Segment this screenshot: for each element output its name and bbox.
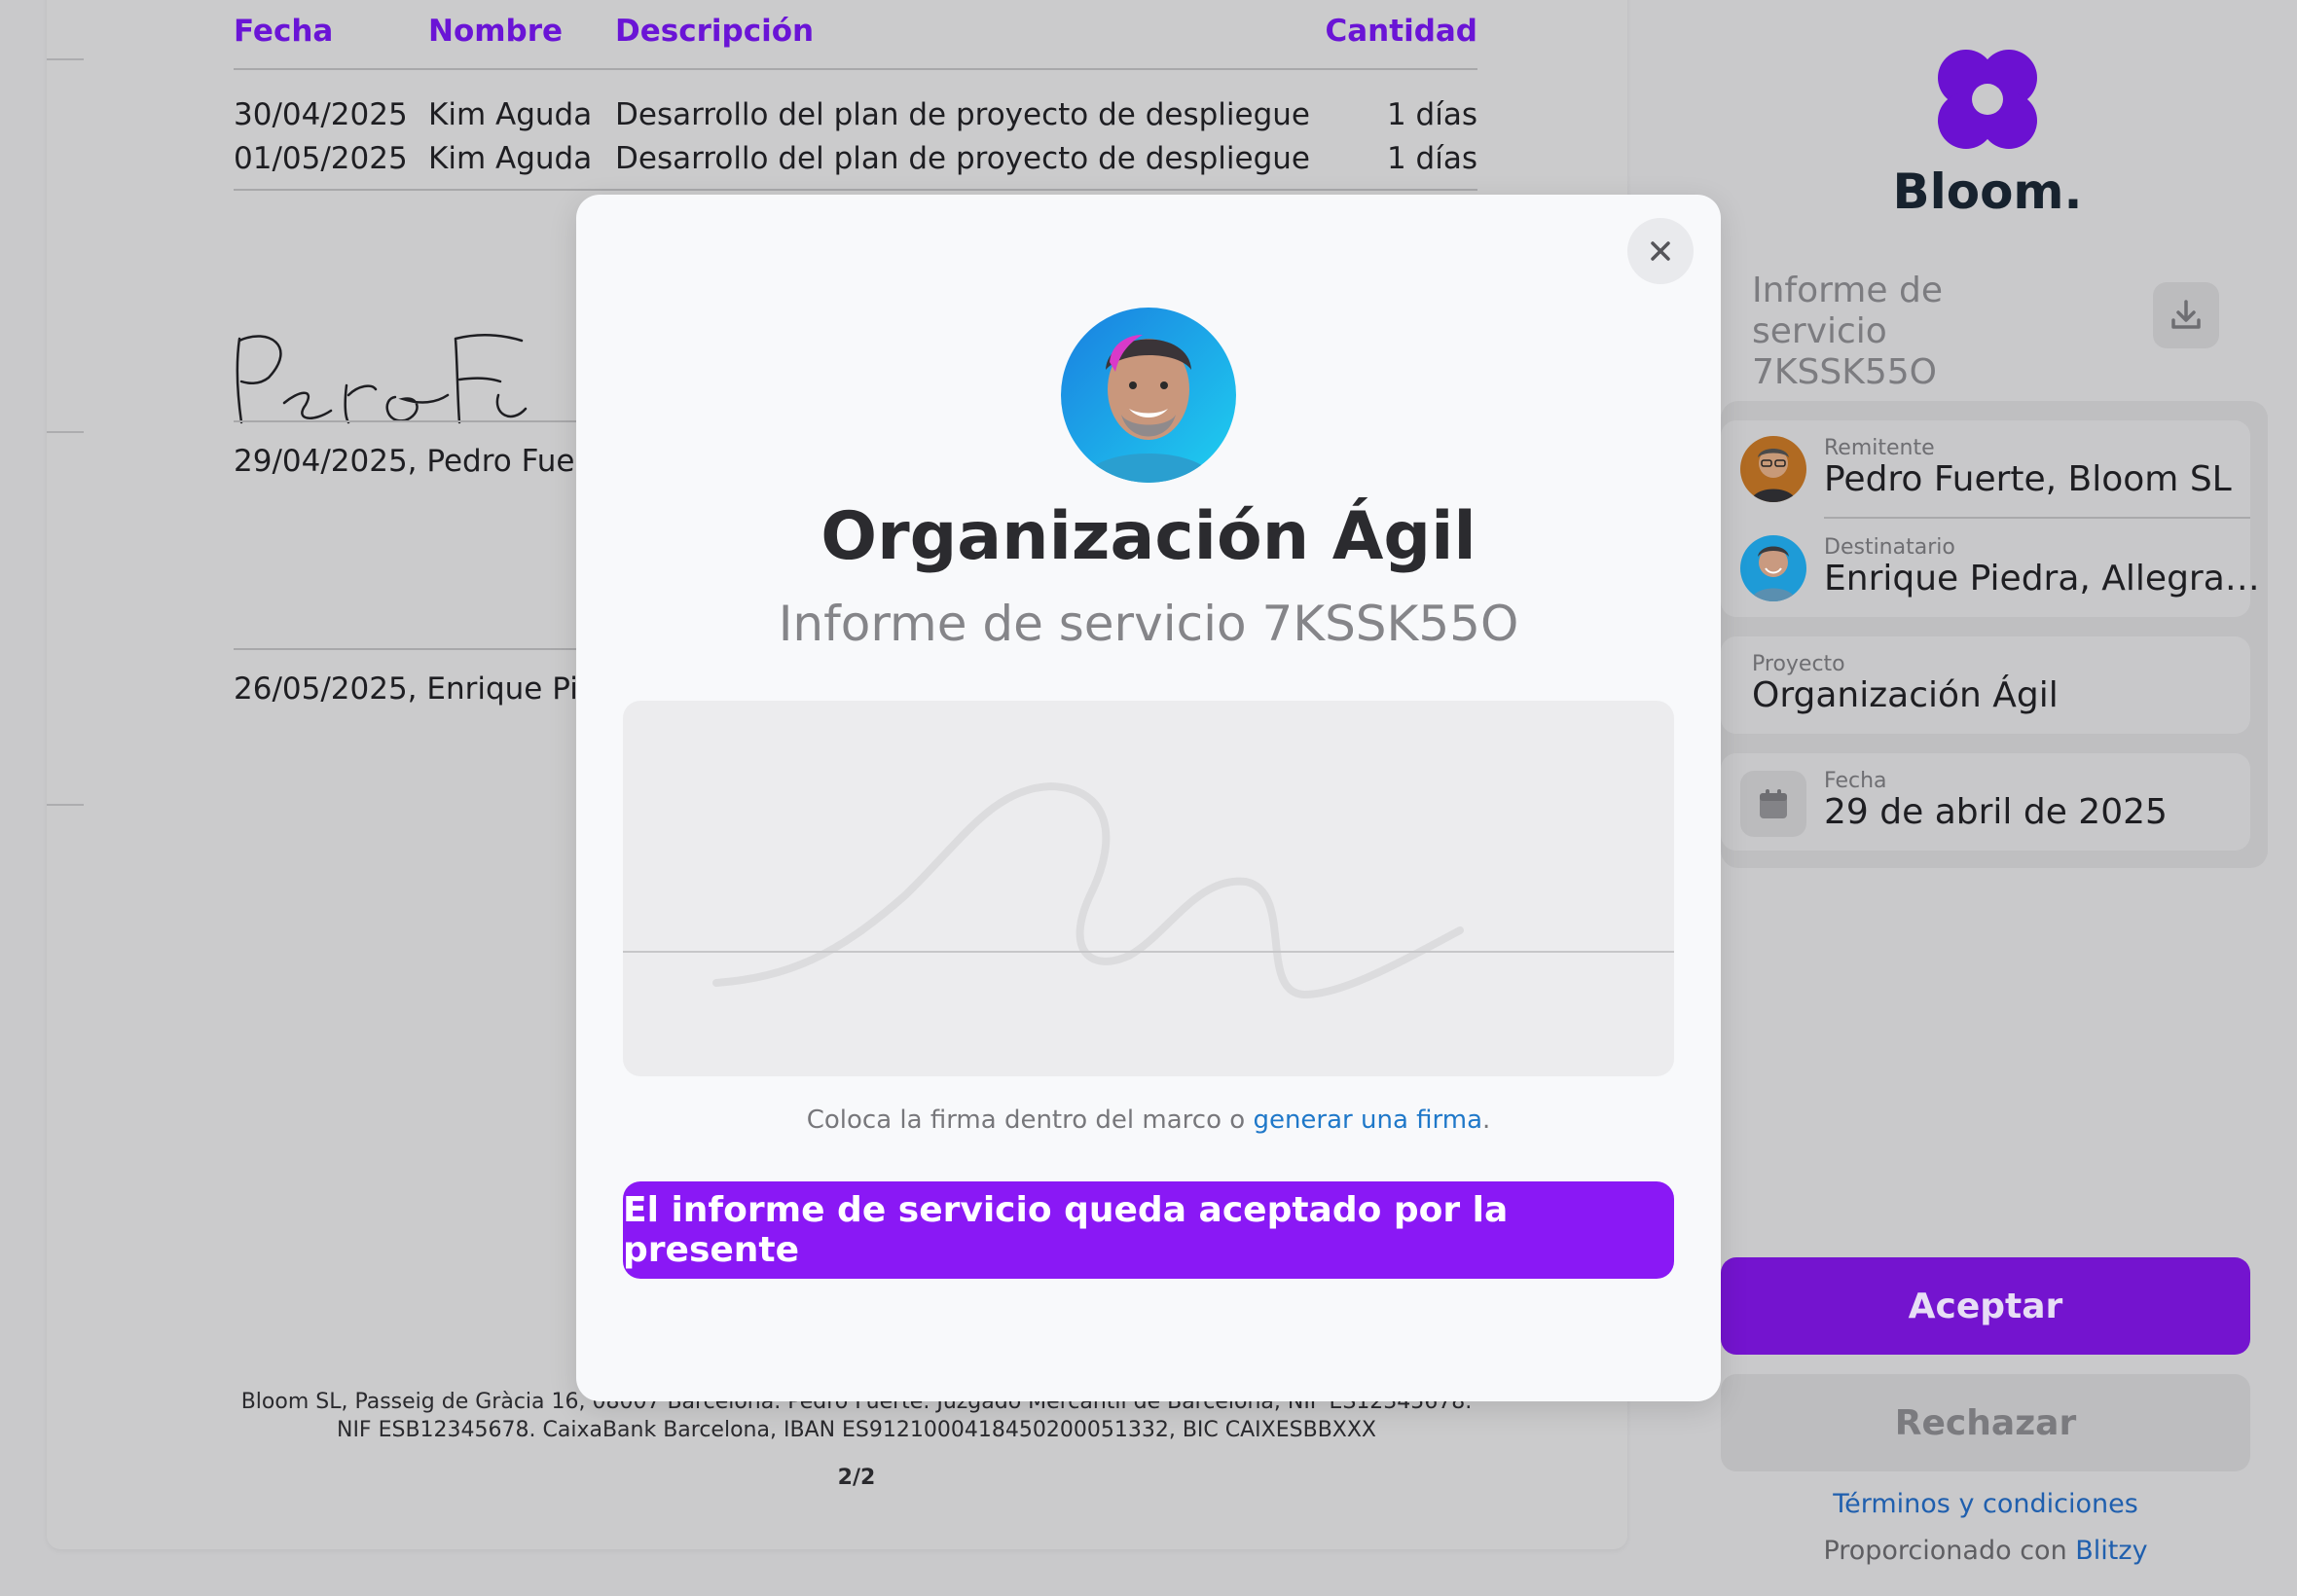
header-name: Nombre	[428, 14, 564, 49]
powered-prefix: Proporcionado con	[1823, 1536, 2067, 1566]
page-margin-mark	[47, 58, 84, 60]
header-date: Fecha	[234, 14, 334, 49]
parties-divider	[1824, 517, 2250, 519]
cell-name: Kim Aguda	[428, 97, 593, 132]
brand-name: Bloom.	[1892, 163, 2083, 220]
date-label: Fecha	[1824, 769, 1887, 793]
header-quantity: Cantidad	[1325, 14, 1477, 49]
table-header: Fecha Nombre Descripción Cantidad	[234, 14, 1477, 70]
close-icon	[1651, 241, 1670, 261]
recipient-signature-caption: 26/05/2025, Enrique Pied	[234, 671, 616, 707]
cell-date: 01/05/2025	[234, 141, 408, 176]
report-title: Informe de servicio 7KSSK55O	[1752, 271, 1943, 392]
table-row: 01/05/2025 Kim Aguda Desarrollo del plan…	[234, 133, 1477, 177]
sender-label: Remitente	[1824, 436, 1935, 460]
download-button[interactable]	[2153, 282, 2219, 348]
sender-avatar	[1740, 436, 1806, 502]
modal-subtitle: Informe de servicio 7KSSK55O	[778, 596, 1519, 652]
page-number: 2/2	[837, 1466, 876, 1490]
accept-report-button[interactable]: El informe de servicio queda aceptado po…	[623, 1181, 1674, 1279]
bloom-logo-icon	[1938, 50, 2037, 149]
modal-title: Organización Ágil	[820, 498, 1477, 575]
cell-name: Kim Aguda	[428, 141, 593, 176]
generate-signature-link[interactable]: generar una firma	[1253, 1106, 1482, 1135]
date-value: 29 de abril de 2025	[1824, 792, 2168, 832]
table-bottom-rule	[234, 189, 1477, 191]
hint-suffix: .	[1482, 1106, 1491, 1135]
page-margin-mark	[47, 431, 84, 433]
close-button[interactable]	[1627, 218, 1694, 284]
calendar-icon-box	[1740, 771, 1806, 837]
reject-button[interactable]: Rechazar	[1721, 1374, 2250, 1471]
signature-hint: Coloca la firma dentro del marco o gener…	[576, 1106, 1721, 1135]
cell-description: Desarrollo del plan de proyecto de despl…	[615, 141, 1310, 176]
service-table: Fecha Nombre Descripción Cantidad 30/04/…	[234, 14, 1477, 177]
download-icon	[2171, 300, 2201, 329]
recipient-avatar	[1740, 535, 1806, 601]
hint-prefix: Coloca la firma dentro del marco o	[806, 1106, 1246, 1135]
recipient-value: Enrique Piedra, Allegra…	[1824, 559, 2260, 598]
blitzy-link[interactable]: Blitzy	[2075, 1536, 2147, 1566]
recipient-avatar-large	[1061, 308, 1236, 483]
recipient-label: Destinatario	[1824, 535, 1955, 560]
powered-by: Proporcionado con Blitzy	[1721, 1536, 2250, 1566]
project-label: Proyecto	[1752, 652, 1845, 676]
table-row: 30/04/2025 Kim Aguda Desarrollo del plan…	[234, 90, 1477, 133]
sender-signature-caption: 29/04/2025, Pedro Fuerte	[234, 444, 618, 479]
project-value: Organización Ágil	[1752, 675, 2059, 715]
cell-date: 30/04/2025	[234, 97, 408, 132]
header-description: Descripción	[615, 14, 815, 49]
sender-value: Pedro Fuerte, Bloom SL	[1824, 459, 2232, 499]
signature-placeholder-stroke	[623, 781, 1674, 999]
terms-link[interactable]: Términos y condiciones	[1721, 1489, 2250, 1519]
cell-description: Desarrollo del plan de proyecto de despl…	[615, 97, 1310, 132]
accept-button[interactable]: Aceptar	[1721, 1257, 2250, 1355]
sender-handwritten-signature	[236, 334, 528, 424]
cell-quantity: 1 días	[1386, 141, 1477, 176]
footer-line-2: NIF ESB12345678. CaixaBank Barcelona, IB…	[336, 1418, 1376, 1442]
cell-quantity: 1 días	[1386, 97, 1477, 132]
calendar-icon	[1760, 789, 1787, 818]
signature-pad[interactable]	[623, 701, 1674, 1076]
page-margin-mark	[47, 804, 84, 806]
